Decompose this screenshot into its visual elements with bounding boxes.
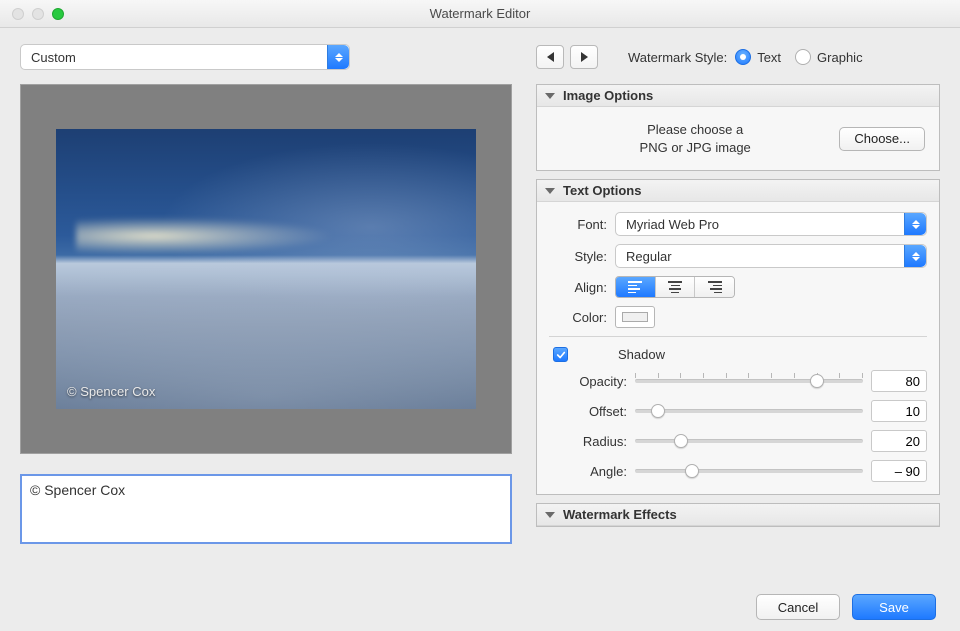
shadow-label: Shadow bbox=[618, 347, 665, 362]
angle-value[interactable] bbox=[871, 460, 927, 482]
watermark-effects-header achievement[interactable]: Watermark Effects bbox=[537, 504, 939, 526]
font-selected: Myriad Web Pro bbox=[626, 217, 719, 232]
align-right-button[interactable] bbox=[695, 277, 734, 297]
close-window-button[interactable] bbox=[12, 8, 24, 20]
text-options-panel: Text Options Font: Myriad Web Pro Style:… bbox=[536, 179, 940, 495]
radio-unselected-icon bbox=[795, 49, 811, 65]
preset-popup[interactable]: Custom bbox=[20, 44, 350, 70]
save-button[interactable]: Save bbox=[852, 594, 936, 620]
radio-selected-icon bbox=[735, 49, 751, 65]
angle-slider[interactable] bbox=[635, 461, 863, 481]
text-options-header[interactable]: Text Options bbox=[537, 180, 939, 202]
align-segmented-control bbox=[615, 276, 735, 298]
shadow-checkbox[interactable] bbox=[553, 347, 568, 362]
triangle-right-icon bbox=[581, 52, 588, 62]
image-options-hint: Please choose a PNG or JPG image bbox=[551, 121, 839, 156]
zoom-window-button[interactable] bbox=[52, 8, 64, 20]
font-label: Font: bbox=[549, 217, 607, 232]
align-center-icon bbox=[668, 281, 682, 293]
style-radio-text-label: Text bbox=[757, 50, 781, 65]
traffic-lights bbox=[0, 8, 64, 20]
divider bbox=[549, 336, 927, 337]
disclosure-triangle-icon bbox=[545, 512, 555, 518]
cancel-button[interactable]: Cancel bbox=[756, 594, 840, 620]
font-style-popup[interactable]: Regular bbox=[615, 244, 927, 268]
preset-selected: Custom bbox=[31, 50, 76, 65]
align-left-button[interactable] bbox=[616, 277, 656, 297]
style-radio-graphic[interactable]: Graphic bbox=[795, 49, 863, 65]
font-style-selected: Regular bbox=[626, 249, 672, 264]
style-radio-text[interactable]: Text bbox=[735, 49, 781, 65]
text-options-title: Text Options bbox=[563, 183, 641, 198]
offset-value[interactable] bbox=[871, 400, 927, 422]
check-icon bbox=[556, 350, 566, 360]
preview-photo bbox=[56, 129, 476, 409]
offset-label: Offset: bbox=[549, 404, 627, 419]
align-right-icon bbox=[708, 281, 722, 293]
titlebar: Watermark Editor bbox=[0, 0, 960, 28]
color-swatch-icon bbox=[622, 312, 648, 322]
color-label: Color: bbox=[549, 310, 607, 325]
disclosure-triangle-icon bbox=[545, 188, 555, 194]
color-swatch-button[interactable] bbox=[615, 306, 655, 328]
opacity-slider[interactable] bbox=[635, 371, 863, 391]
offset-slider[interactable] bbox=[635, 401, 863, 421]
style-radio-graphic-label: Graphic bbox=[817, 50, 863, 65]
minimize-window-button[interactable] bbox=[32, 8, 44, 20]
image-options-title: Image Options bbox=[563, 88, 653, 103]
opacity-value[interactable] bbox=[871, 370, 927, 392]
dialog-footer: Cancel Save bbox=[0, 588, 960, 626]
next-preset-button[interactable] bbox=[570, 45, 598, 69]
align-center-button[interactable] bbox=[656, 277, 696, 297]
window-title: Watermark Editor bbox=[0, 6, 960, 21]
angle-label: Angle: bbox=[549, 464, 627, 479]
choose-image-button[interactable]: Choose... bbox=[839, 127, 925, 151]
prev-preset-button[interactable] bbox=[536, 45, 564, 69]
chevron-up-down-icon bbox=[904, 245, 926, 267]
opacity-label: Opacity: bbox=[549, 374, 627, 389]
chevron-up-down-icon bbox=[904, 213, 926, 235]
watermark-effects-panel: Watermark Effects bbox=[536, 503, 940, 527]
watermark-style-label: Watermark Style: bbox=[628, 50, 727, 65]
align-label: Align: bbox=[549, 280, 607, 295]
chevron-up-down-icon bbox=[327, 45, 349, 69]
style-label: Style: bbox=[549, 249, 607, 264]
radius-slider[interactable] bbox=[635, 431, 863, 451]
image-options-header[interactable]: Image Options bbox=[537, 85, 939, 107]
image-options-panel: Image Options Please choose a PNG or JPG… bbox=[536, 84, 940, 171]
disclosure-triangle-icon bbox=[545, 93, 555, 99]
radius-value[interactable] bbox=[871, 430, 927, 452]
triangle-left-icon bbox=[547, 52, 554, 62]
watermark-overlay-text: © Spencer Cox bbox=[67, 384, 155, 399]
radius-label: Radius: bbox=[549, 434, 627, 449]
font-popup[interactable]: Myriad Web Pro bbox=[615, 212, 927, 236]
watermark-text-input[interactable] bbox=[20, 474, 512, 544]
watermark-preview: © Spencer Cox bbox=[20, 84, 512, 454]
watermark-effects-title: Watermark Effects bbox=[563, 507, 677, 522]
align-left-icon bbox=[628, 281, 642, 293]
